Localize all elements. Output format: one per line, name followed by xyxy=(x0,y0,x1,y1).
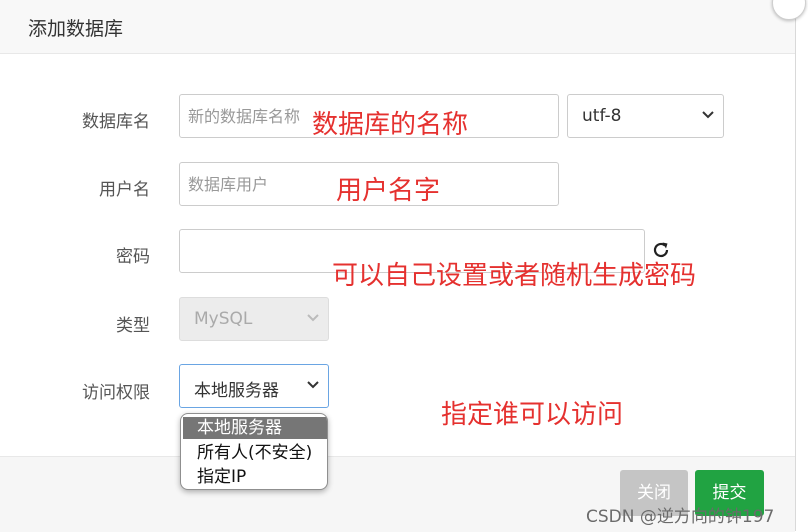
username-label: 用户名 xyxy=(99,180,150,200)
db-name-label: 数据库名 xyxy=(82,112,150,132)
access-option-local[interactable]: 本地服务器 xyxy=(183,417,327,439)
password-label: 密码 xyxy=(116,247,150,267)
access-option-specific-ip[interactable]: 指定IP xyxy=(183,466,327,488)
chevron-down-icon xyxy=(307,381,319,389)
add-database-dialog: 添加数据库 数据库名 utf-8 数据库的名称 用户名 用户名字 密码 可以自己… xyxy=(0,0,796,532)
db-name-annotation: 数据库的名称 xyxy=(312,110,469,140)
access-dropdown-list: 本地服务器 所有人(不安全) 指定IP xyxy=(180,413,328,490)
type-value: MySQL xyxy=(194,309,253,329)
access-label: 访问权限 xyxy=(82,383,150,403)
chevron-down-icon xyxy=(702,111,714,119)
access-select[interactable]: 本地服务器 xyxy=(179,364,329,408)
type-label: 类型 xyxy=(116,316,150,336)
dialog-header: 添加数据库 xyxy=(0,0,795,54)
watermark: CSDN @逆方向的钟197 xyxy=(586,507,775,527)
type-select: MySQL xyxy=(179,297,329,341)
dialog-title: 添加数据库 xyxy=(28,18,124,40)
access-value: 本地服务器 xyxy=(194,381,279,401)
charset-select[interactable]: utf-8 xyxy=(567,94,724,138)
access-option-everyone[interactable]: 所有人(不安全) xyxy=(183,442,327,464)
password-annotation: 可以自己设置或者随机生成密码 xyxy=(332,261,697,291)
access-annotation: 指定谁可以访问 xyxy=(441,400,624,430)
username-annotation: 用户名字 xyxy=(336,176,441,206)
chevron-down-icon xyxy=(307,314,319,322)
charset-value: utf-8 xyxy=(582,106,622,126)
